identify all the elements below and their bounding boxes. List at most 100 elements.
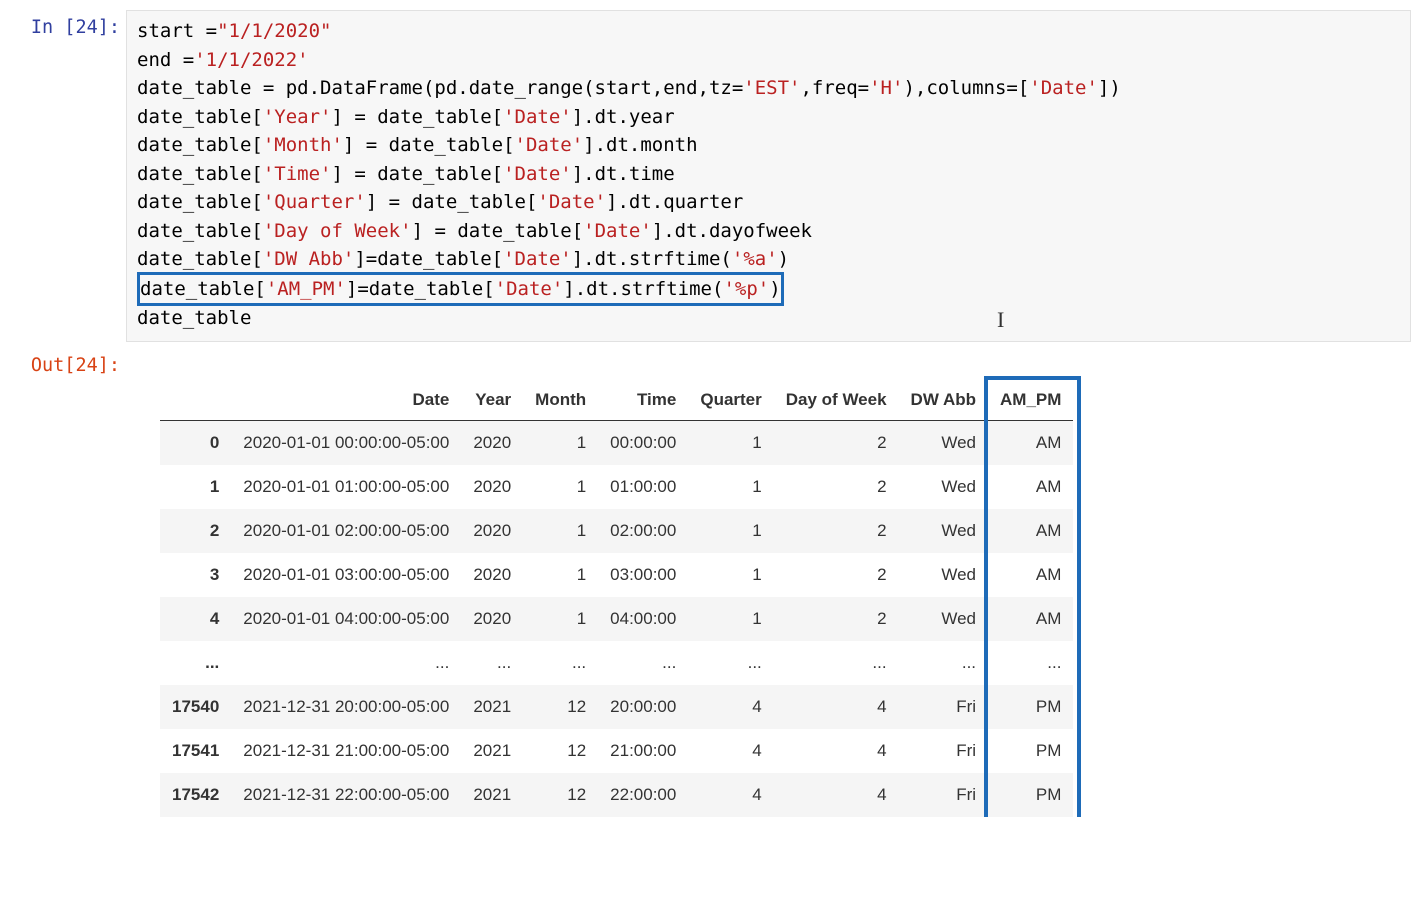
cell: 21:00:00 — [598, 729, 688, 773]
cell: Fri — [899, 729, 988, 773]
cell: AM — [988, 509, 1073, 553]
cell: 4 — [774, 729, 899, 773]
text-cursor-icon: I — [997, 303, 1004, 336]
row-index: 17540 — [160, 685, 231, 729]
cell: 2020 — [461, 420, 523, 465]
cell: ... — [598, 641, 688, 685]
cell: PM — [988, 685, 1073, 729]
col-index — [160, 380, 231, 421]
cell: Wed — [899, 420, 988, 465]
cell: 1 — [523, 553, 598, 597]
cell: Fri — [899, 773, 988, 817]
code-line: end ='1/1/2022' — [137, 49, 309, 71]
row-index: 1 — [160, 465, 231, 509]
code-line: date_table['Quarter'] = date_table['Date… — [137, 191, 743, 213]
row-index: 17541 — [160, 729, 231, 773]
cell: ... — [231, 641, 461, 685]
cell: 1 — [523, 509, 598, 553]
cell: 12 — [523, 729, 598, 773]
cell: ... — [688, 641, 773, 685]
output-area: Date Year Month Time Quarter Day of Week… — [126, 348, 1419, 817]
cell: 4 — [688, 685, 773, 729]
cell: 2021 — [461, 685, 523, 729]
cell: 2020-01-01 02:00:00-05:00 — [231, 509, 461, 553]
col-time: Time — [598, 380, 688, 421]
cell: 1 — [688, 509, 773, 553]
cell: 2 — [774, 465, 899, 509]
cell: Wed — [899, 597, 988, 641]
cell: AM — [988, 420, 1073, 465]
row-index: 0 — [160, 420, 231, 465]
cell: 1 — [688, 420, 773, 465]
cell: 2020 — [461, 597, 523, 641]
input-prompt: In [24]: — [0, 10, 126, 39]
cell: 1 — [688, 553, 773, 597]
cell: ... — [988, 641, 1073, 685]
cell: PM — [988, 729, 1073, 773]
cell: 22:00:00 — [598, 773, 688, 817]
cell: 2 — [774, 553, 899, 597]
cell: Fri — [899, 685, 988, 729]
code-line: date_table['Time'] = date_table['Date'].… — [137, 163, 675, 185]
table-row: 02020-01-01 00:00:00-05:002020100:00:001… — [160, 420, 1073, 465]
cell: ... — [523, 641, 598, 685]
col-dow: Day of Week — [774, 380, 899, 421]
cell: 04:00:00 — [598, 597, 688, 641]
row-index: ... — [160, 641, 231, 685]
cell: ... — [774, 641, 899, 685]
cell: 2020-01-01 04:00:00-05:00 — [231, 597, 461, 641]
cell: 02:00:00 — [598, 509, 688, 553]
highlighted-code-line: date_table['AM_PM']=date_table['Date'].d… — [137, 272, 784, 307]
cell: 2021-12-31 20:00:00-05:00 — [231, 685, 461, 729]
table-row: ........................... — [160, 641, 1073, 685]
cell: 12 — [523, 685, 598, 729]
cell: 1 — [523, 420, 598, 465]
table-body: 02020-01-01 00:00:00-05:002020100:00:001… — [160, 420, 1073, 817]
col-date: Date — [231, 380, 461, 421]
cell: 2021-12-31 21:00:00-05:00 — [231, 729, 461, 773]
cell: Wed — [899, 553, 988, 597]
cell: 2020 — [461, 509, 523, 553]
row-index: 17542 — [160, 773, 231, 817]
cell: 4 — [688, 729, 773, 773]
table-row: 32020-01-01 03:00:00-05:002020103:00:001… — [160, 553, 1073, 597]
cell: 4 — [688, 773, 773, 817]
code-line: date_table['DW Abb']=date_table['Date'].… — [137, 248, 789, 270]
table-header: Date Year Month Time Quarter Day of Week… — [160, 380, 1073, 421]
cell: 4 — [774, 685, 899, 729]
cell: Wed — [899, 465, 988, 509]
cell: AM — [988, 597, 1073, 641]
cell: 2020-01-01 03:00:00-05:00 — [231, 553, 461, 597]
cell: AM — [988, 465, 1073, 509]
output-cell: Out[24]: Date Year Month Time Quarter Da… — [0, 348, 1419, 817]
dataframe-table: Date Year Month Time Quarter Day of Week… — [160, 380, 1073, 817]
code-editor[interactable]: start ="1/1/2020" end ='1/1/2022' date_t… — [126, 10, 1411, 342]
cell: 00:00:00 — [598, 420, 688, 465]
cell: PM — [988, 773, 1073, 817]
table-row: 175422021-12-31 22:00:00-05:0020211222:0… — [160, 773, 1073, 817]
cell: 2 — [774, 597, 899, 641]
cell: 20:00:00 — [598, 685, 688, 729]
cell: 2 — [774, 509, 899, 553]
code-line: date_table['Year'] = date_table['Date'].… — [137, 106, 675, 128]
cell: AM — [988, 553, 1073, 597]
cell: 2020 — [461, 553, 523, 597]
col-ampm: AM_PM — [988, 380, 1073, 421]
cell: 4 — [774, 773, 899, 817]
col-month: Month — [523, 380, 598, 421]
code-line: date_table — [137, 307, 251, 329]
code-line: date_table['Day of Week'] = date_table['… — [137, 220, 812, 242]
code-line: date_table = pd.DataFrame(pd.date_range(… — [137, 77, 1121, 99]
row-index: 3 — [160, 553, 231, 597]
col-dwabb: DW Abb — [899, 380, 988, 421]
table-row: 42020-01-01 04:00:00-05:002020104:00:001… — [160, 597, 1073, 641]
input-cell: In [24]: start ="1/1/2020" end ='1/1/202… — [0, 10, 1419, 342]
cell: 2021 — [461, 773, 523, 817]
table-row: 22020-01-01 02:00:00-05:002020102:00:001… — [160, 509, 1073, 553]
cell: 1 — [523, 597, 598, 641]
cell: 2020 — [461, 465, 523, 509]
cell: 2021-12-31 22:00:00-05:00 — [231, 773, 461, 817]
cell: ... — [899, 641, 988, 685]
cell: 12 — [523, 773, 598, 817]
cell: ... — [461, 641, 523, 685]
